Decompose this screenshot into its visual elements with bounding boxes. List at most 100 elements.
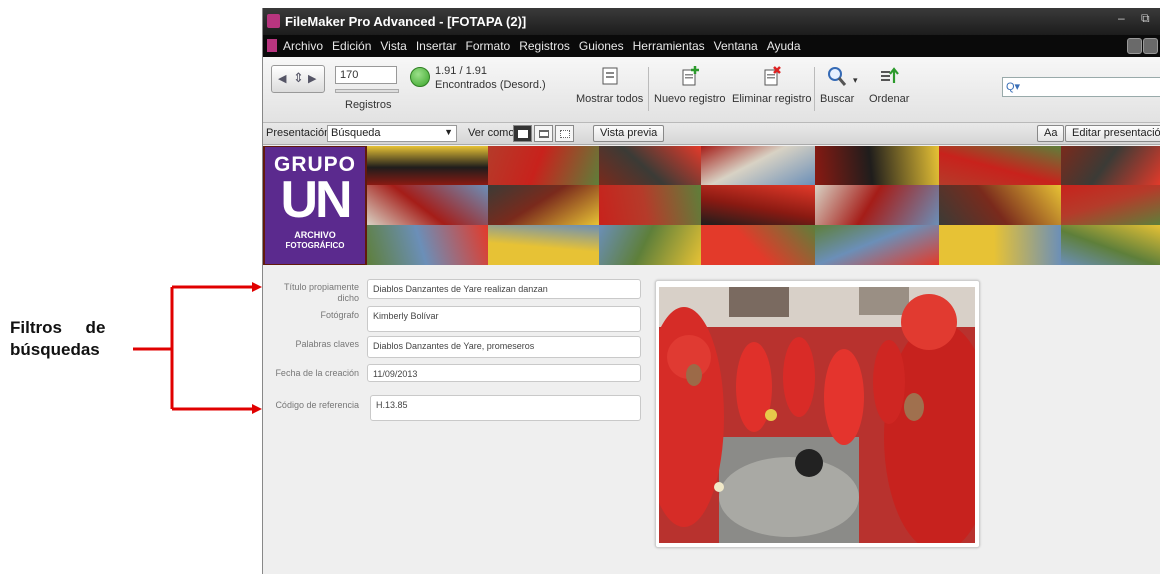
view-form-button[interactable] <box>513 125 532 142</box>
new-record-icon <box>682 66 699 86</box>
banner-photo-tile <box>367 146 488 185</box>
list-view-icon <box>539 130 549 138</box>
banner-photo-tile <box>488 185 599 225</box>
logo-line2: UN <box>280 171 352 229</box>
delete-record-button[interactable]: Eliminar registro <box>732 65 811 105</box>
layout-select-value: Búsqueda <box>331 127 381 139</box>
quick-find-input[interactable]: Q▾ <box>1002 77 1160 97</box>
menu-herramientas[interactable]: Herramientas <box>633 39 705 53</box>
find-dropdown-icon[interactable]: ▾ <box>853 75 858 86</box>
toolbar-separator <box>814 67 815 111</box>
menu-edicion[interactable]: Edición <box>332 39 371 53</box>
view-table-button[interactable] <box>555 125 574 142</box>
record-number-input[interactable]: 170 <box>335 66 397 84</box>
banner-photo-tile <box>599 146 701 185</box>
menu-ayuda[interactable]: Ayuda <box>767 39 801 53</box>
screenshot-stage: Filtros de búsquedas FileMaker Pro Advan… <box>0 0 1160 574</box>
creation-date-field[interactable]: 11/09/2013 <box>367 364 641 382</box>
photographer-field-label: Fotógrafo <box>320 310 359 320</box>
record-photo <box>659 287 975 543</box>
found-status: Encontrados (Desord.) <box>435 79 546 91</box>
record-slider[interactable] <box>335 89 399 93</box>
toolbar-separator <box>648 67 649 111</box>
book-icon: ⇕ <box>293 70 304 85</box>
annotation-arrows <box>133 282 262 414</box>
menu-registros[interactable]: Registros <box>519 39 570 53</box>
banner-photo-tile <box>599 225 701 265</box>
aa-button[interactable]: Aa <box>1037 125 1065 142</box>
reference-code-field-label: Código de referencia <box>275 400 359 410</box>
menu-vista[interactable]: Vista <box>380 39 406 53</box>
logo-line4: FOTOGRÁFICO <box>285 241 345 250</box>
annotation-label-line2: búsquedas <box>10 340 100 359</box>
chevron-down-icon: ▼ <box>444 127 453 137</box>
restore-icon[interactable]: ⧉ <box>1141 11 1150 26</box>
banner-photo-tile <box>367 185 488 225</box>
show-all-button[interactable]: Mostrar todos <box>576 65 643 105</box>
banner-photo-tile <box>367 225 488 265</box>
menu-insertar[interactable]: Insertar <box>416 39 457 53</box>
creation-date-field-label: Fecha de la creación <box>275 368 359 378</box>
search-icon: Q▾ <box>1006 81 1021 93</box>
title-field[interactable]: Diablos Danzantes de Yare realizan danza… <box>367 279 641 299</box>
annotation-arrowhead-top <box>252 282 262 292</box>
status-toolbar: ◀ ⇕ ▶ 170 Registros 1.91 / 1.91 Encontra… <box>263 57 1160 123</box>
document-icon <box>267 39 277 52</box>
delete-record-label: Eliminar registro <box>732 93 812 105</box>
menu-guiones[interactable]: Guiones <box>579 39 624 53</box>
filemaker-app-icon <box>267 14 280 28</box>
banner-photo-tile <box>815 225 939 265</box>
banner-photo-tile <box>488 225 599 265</box>
previous-record-icon[interactable]: ◀ <box>278 72 286 85</box>
edit-layout-button[interactable]: Editar presentación <box>1065 125 1160 142</box>
sort-button[interactable]: Ordenar <box>869 65 909 105</box>
delete-record-icon <box>764 66 781 86</box>
photo-banner: GRUPO UN ARCHIVO FOTOGRÁFICO <box>263 146 1160 265</box>
record-navigation-book-icon[interactable]: ◀ ⇕ ▶ <box>271 65 325 93</box>
new-record-label: Nuevo registro <box>654 93 726 105</box>
banner-photo-tile <box>939 146 1061 185</box>
banner-photo-tile <box>1061 146 1160 185</box>
records-label: Registros <box>345 99 392 111</box>
banner-photo-tile <box>815 185 939 225</box>
keywords-field-label: Palabras claves <box>295 339 359 349</box>
keywords-field[interactable]: Diablos Danzantes de Yare, promeseros <box>367 336 641 358</box>
filemaker-window: FileMaker Pro Advanced - [FOTAPA (2)] – … <box>262 8 1160 574</box>
banner-photo-tile <box>701 146 815 185</box>
banner-photo-tile <box>599 185 701 225</box>
view-as-label: Ver como: <box>468 127 518 139</box>
toolbar-toggle-left-icon[interactable] <box>1127 38 1142 54</box>
menu-formato[interactable]: Formato <box>466 39 511 53</box>
found-set-pie-icon[interactable] <box>410 67 430 87</box>
view-list-button[interactable] <box>534 125 553 142</box>
layout-label: Presentación: <box>266 127 334 139</box>
show-all-icon <box>602 67 618 85</box>
menu-ventana[interactable]: Ventana <box>714 39 758 53</box>
dancing-devils-photo <box>659 287 975 543</box>
banner-photo-tile <box>939 225 1061 265</box>
title-field-label: Título propiamente dicho <box>283 282 359 303</box>
banner-photo-tile <box>701 185 815 225</box>
logo-line3: ARCHIVO <box>294 230 336 240</box>
minimize-icon[interactable]: – <box>1118 11 1125 25</box>
layout-select[interactable]: Búsqueda ▼ <box>327 125 457 142</box>
menu-bar: Archivo Edición Vista Insertar Formato R… <box>263 35 1160 57</box>
banner-photo-tile <box>488 146 599 185</box>
next-record-icon[interactable]: ▶ <box>308 72 316 85</box>
find-label: Buscar <box>820 93 855 105</box>
layout-bar: Presentación: Búsqueda ▼ Ver como: Vista… <box>263 123 1160 145</box>
show-all-label: Mostrar todos <box>576 93 644 105</box>
annotation-arrowhead-bottom <box>252 404 262 414</box>
photo-container[interactable] <box>655 280 980 548</box>
preview-button[interactable]: Vista previa <box>593 125 665 142</box>
table-view-icon <box>560 130 570 138</box>
banner-photo-tile <box>1061 185 1160 225</box>
menu-archivo[interactable]: Archivo <box>283 39 323 53</box>
sort-icon <box>881 67 900 83</box>
photographer-field[interactable]: Kimberly Bolívar <box>367 306 641 332</box>
new-record-button[interactable]: Nuevo registro <box>654 65 726 105</box>
toolbar-toggle-right-icon[interactable] <box>1143 38 1158 54</box>
reference-code-field[interactable]: H.13.85 <box>370 395 641 421</box>
find-button[interactable]: Buscar <box>820 65 854 105</box>
banner-photo-tile <box>939 185 1061 225</box>
